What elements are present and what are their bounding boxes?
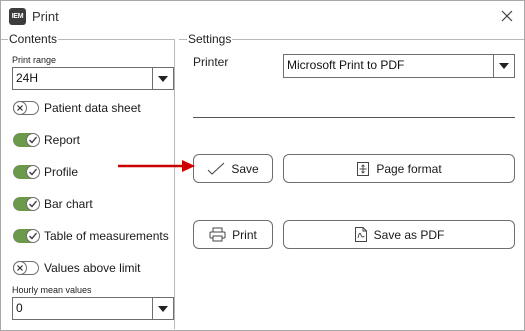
toggle-label: Profile bbox=[44, 165, 79, 179]
save-button-label: Save bbox=[231, 161, 259, 176]
chevron-down-icon[interactable] bbox=[152, 298, 173, 319]
chevron-down-icon[interactable] bbox=[152, 68, 173, 89]
hourly-mean-label: Hourly mean values bbox=[12, 285, 92, 295]
contents-frame-right bbox=[174, 39, 175, 329]
toggle-bar-chart[interactable]: Bar chart bbox=[13, 195, 93, 213]
page-format-button[interactable]: Page format bbox=[283, 154, 515, 183]
print-dialog: IEM Print Contents Settings Print range … bbox=[0, 0, 525, 331]
x-icon bbox=[17, 265, 23, 271]
x-icon bbox=[17, 105, 23, 111]
check-icon bbox=[29, 168, 38, 176]
printer-icon bbox=[209, 227, 226, 242]
toggle-values-above-limit[interactable]: Values above limit bbox=[13, 259, 141, 277]
toggle-switch[interactable] bbox=[13, 101, 39, 115]
toggle-table-of-measurements[interactable]: Table of measurements bbox=[13, 227, 169, 245]
app-logo: IEM bbox=[9, 8, 26, 25]
printer-value: Microsoft Print to PDF bbox=[287, 58, 405, 72]
page-format-button-label: Page format bbox=[376, 161, 442, 176]
toggle-switch[interactable] bbox=[13, 133, 40, 147]
settings-group-label: Settings bbox=[187, 32, 233, 46]
chevron-down-icon[interactable] bbox=[493, 55, 514, 77]
toggle-label: Patient data sheet bbox=[44, 101, 141, 115]
print-range-value: 24H bbox=[16, 71, 39, 85]
title-bar: IEM Print bbox=[1, 1, 524, 31]
print-range-select[interactable]: 24H bbox=[12, 67, 174, 90]
contents-group-label: Contents bbox=[8, 32, 59, 46]
printer-label: Printer bbox=[193, 55, 229, 69]
pdf-document-icon bbox=[354, 226, 368, 243]
toggle-profile[interactable]: Profile bbox=[13, 163, 78, 181]
hourly-mean-value: 0 bbox=[16, 301, 23, 315]
toggle-switch[interactable] bbox=[13, 165, 40, 179]
checkmark-save-icon bbox=[207, 162, 225, 176]
toggle-label: Bar chart bbox=[44, 197, 93, 211]
toggle-report[interactable]: Report bbox=[13, 131, 80, 149]
save-button[interactable]: Save bbox=[193, 154, 273, 183]
toggle-label: Values above limit bbox=[44, 261, 141, 275]
print-button-label: Print bbox=[232, 227, 257, 242]
toggle-label: Report bbox=[44, 133, 81, 147]
toggle-switch[interactable] bbox=[13, 197, 40, 211]
window-title: Print bbox=[32, 9, 59, 24]
check-icon bbox=[29, 200, 38, 208]
check-icon bbox=[29, 232, 38, 240]
close-icon[interactable] bbox=[498, 7, 516, 25]
print-range-label: Print range bbox=[12, 55, 57, 65]
page-format-icon bbox=[356, 161, 370, 177]
printer-select[interactable]: Microsoft Print to PDF bbox=[283, 54, 515, 78]
save-as-pdf-button-label: Save as PDF bbox=[373, 227, 445, 242]
settings-divider bbox=[193, 117, 515, 118]
toggle-patient-data-sheet[interactable]: Patient data sheet bbox=[13, 99, 141, 117]
hourly-mean-select[interactable]: 0 bbox=[12, 297, 174, 320]
toggle-switch[interactable] bbox=[13, 229, 40, 243]
save-as-pdf-button[interactable]: Save as PDF bbox=[283, 220, 515, 249]
toggle-switch[interactable] bbox=[13, 261, 39, 275]
toggle-label: Table of measurements bbox=[44, 229, 169, 243]
check-icon bbox=[29, 136, 38, 144]
red-arrow-annotation bbox=[118, 160, 195, 172]
print-button[interactable]: Print bbox=[193, 220, 273, 249]
